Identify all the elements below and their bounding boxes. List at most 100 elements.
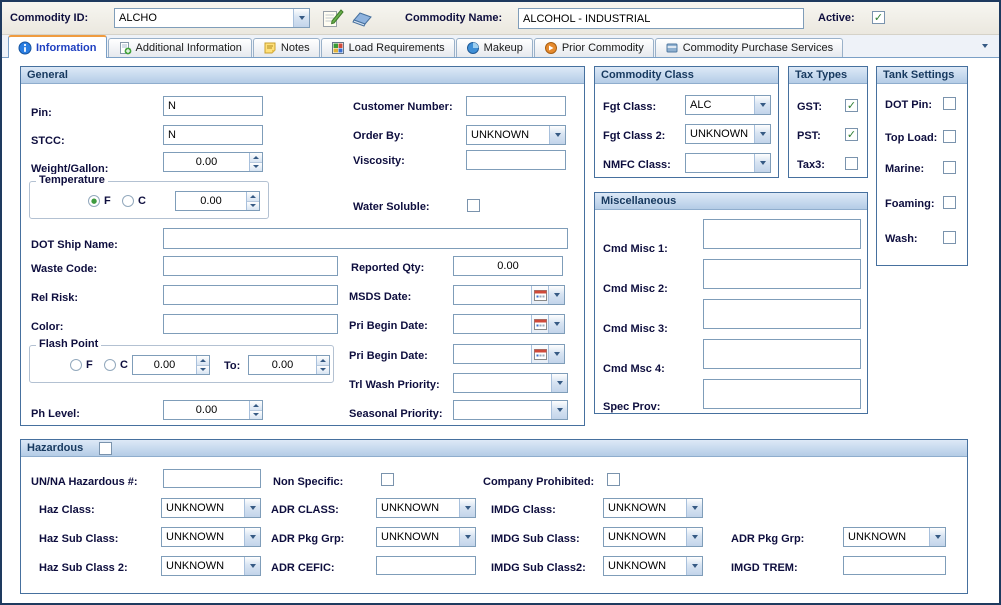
step-down-button[interactable] (317, 365, 329, 375)
dropdown-arrow-icon[interactable] (754, 125, 770, 143)
company-prohibited-checkbox[interactable] (607, 473, 620, 486)
dropdown-arrow-icon[interactable] (929, 528, 945, 546)
commodity-id-select[interactable]: ALCHO (114, 8, 310, 28)
tab-information[interactable]: Information (8, 35, 107, 58)
step-up-button[interactable] (197, 356, 209, 365)
tab-makeup[interactable]: Makeup (456, 38, 533, 57)
cmd-misc3-input[interactable] (703, 299, 861, 329)
dropdown-arrow-icon[interactable] (548, 315, 564, 333)
adr-cefic-input[interactable] (376, 556, 476, 575)
gst-checkbox[interactable]: ✓ (845, 99, 858, 112)
pri-begin-date2-picker[interactable] (453, 344, 565, 364)
haz-sub-class-select[interactable]: UNKNOWN (161, 527, 261, 547)
dropdown-arrow-icon[interactable] (293, 9, 309, 27)
temperature-f-radio[interactable]: ● (88, 195, 100, 207)
haz-sub-class2-select[interactable]: UNKNOWN (161, 556, 261, 576)
dropdown-arrow-icon[interactable] (686, 557, 702, 575)
dropdown-arrow-icon[interactable] (754, 96, 770, 114)
imdg-sub-class-select[interactable]: UNKNOWN (603, 527, 703, 547)
flash-point-from-stepper[interactable] (132, 355, 210, 375)
dot-pin-checkbox[interactable] (943, 97, 956, 110)
tab-load-requirements[interactable]: Load Requirements (321, 38, 455, 57)
fgt-class2-select[interactable]: UNKNOWN (685, 124, 771, 144)
step-down-button[interactable] (250, 410, 262, 420)
cmd-msc4-input[interactable] (703, 339, 861, 369)
wash-checkbox[interactable] (943, 231, 956, 244)
step-down-button[interactable] (250, 162, 262, 172)
step-up-button[interactable] (247, 192, 259, 201)
viscosity-input[interactable] (466, 150, 566, 170)
color-input[interactable] (163, 314, 338, 334)
imgd-trem-input[interactable] (843, 556, 946, 575)
tab-commodity-purchase-services[interactable]: Commodity Purchase Services (655, 38, 843, 57)
flash-point-c-radio[interactable] (104, 359, 116, 371)
tab-prior-commodity[interactable]: Prior Commodity (534, 38, 654, 57)
pin-input[interactable] (163, 96, 263, 116)
dropdown-arrow-icon[interactable] (459, 499, 475, 517)
fgt-class-select[interactable]: ALC (685, 95, 771, 115)
tab-overflow-button[interactable] (978, 39, 992, 52)
foaming-checkbox[interactable] (943, 196, 956, 209)
weight-gallon-stepper[interactable] (163, 152, 263, 172)
imdg-sub-class2-select[interactable]: UNKNOWN (603, 556, 703, 576)
dropdown-arrow-icon[interactable] (686, 499, 702, 517)
adr-pkg-grp-select[interactable]: UNKNOWN (376, 527, 476, 547)
ph-level-input[interactable] (164, 401, 249, 419)
msds-date-picker[interactable] (453, 285, 565, 305)
dropdown-arrow-icon[interactable] (459, 528, 475, 546)
customer-number-input[interactable] (466, 96, 566, 116)
pst-checkbox[interactable]: ✓ (845, 128, 858, 141)
weight-gallon-input[interactable] (164, 153, 249, 171)
dropdown-arrow-icon[interactable] (548, 345, 564, 363)
commodity-name-input[interactable] (518, 8, 804, 29)
haz-class-select[interactable]: UNKNOWN (161, 498, 261, 518)
rel-risk-input[interactable] (163, 285, 338, 305)
dropdown-arrow-icon[interactable] (551, 374, 567, 392)
tab-additional-information[interactable]: Additional Information (108, 38, 252, 57)
calendar-icon[interactable] (531, 345, 548, 363)
ph-level-stepper[interactable] (163, 400, 263, 420)
dropdown-arrow-icon[interactable] (686, 528, 702, 546)
dropdown-arrow-icon[interactable] (754, 154, 770, 172)
step-down-button[interactable] (197, 365, 209, 375)
step-up-button[interactable] (317, 356, 329, 365)
flash-point-f-radio[interactable] (70, 359, 82, 371)
waste-code-input[interactable] (163, 256, 338, 276)
step-up-button[interactable] (250, 401, 262, 410)
order-by-select[interactable]: UNKNOWN (466, 125, 566, 145)
imdg-class-select[interactable]: UNKNOWN (603, 498, 703, 518)
top-load-checkbox[interactable] (943, 130, 956, 143)
stcc-input[interactable] (163, 125, 263, 145)
step-down-button[interactable] (247, 201, 259, 211)
trl-wash-priority-select[interactable] (453, 373, 568, 393)
dropdown-arrow-icon[interactable] (244, 557, 260, 575)
tax3-checkbox[interactable] (845, 157, 858, 170)
adr-pkg-grp2-select[interactable]: UNKNOWN (843, 527, 946, 547)
flash-point-from-input[interactable] (133, 356, 196, 374)
tab-notes[interactable]: Notes (253, 38, 320, 57)
temperature-c-radio[interactable] (122, 195, 134, 207)
dropdown-arrow-icon[interactable] (548, 286, 564, 304)
dropdown-arrow-icon[interactable] (549, 126, 565, 144)
active-checkbox[interactable]: ✓ (872, 11, 885, 24)
step-up-button[interactable] (250, 153, 262, 162)
clear-button[interactable] (350, 9, 376, 29)
dropdown-arrow-icon[interactable] (244, 499, 260, 517)
seasonal-priority-select[interactable] (453, 400, 568, 420)
nmfc-class-select[interactable] (685, 153, 771, 173)
temperature-stepper[interactable] (175, 191, 260, 211)
temperature-input[interactable] (176, 192, 246, 210)
dropdown-arrow-icon[interactable] (551, 401, 567, 419)
flash-point-to-stepper[interactable] (248, 355, 330, 375)
adr-class-select[interactable]: UNKNOWN (376, 498, 476, 518)
calendar-icon[interactable] (531, 286, 548, 304)
reported-qty-input[interactable] (453, 256, 563, 276)
dot-ship-name-input[interactable] (163, 228, 568, 249)
water-soluble-checkbox[interactable] (467, 199, 480, 212)
dropdown-arrow-icon[interactable] (244, 528, 260, 546)
flash-point-to-input[interactable] (249, 356, 316, 374)
cmd-misc2-input[interactable] (703, 259, 861, 289)
hazardous-checkbox[interactable] (99, 442, 112, 455)
calendar-icon[interactable] (531, 315, 548, 333)
cmd-misc1-input[interactable] (703, 219, 861, 249)
